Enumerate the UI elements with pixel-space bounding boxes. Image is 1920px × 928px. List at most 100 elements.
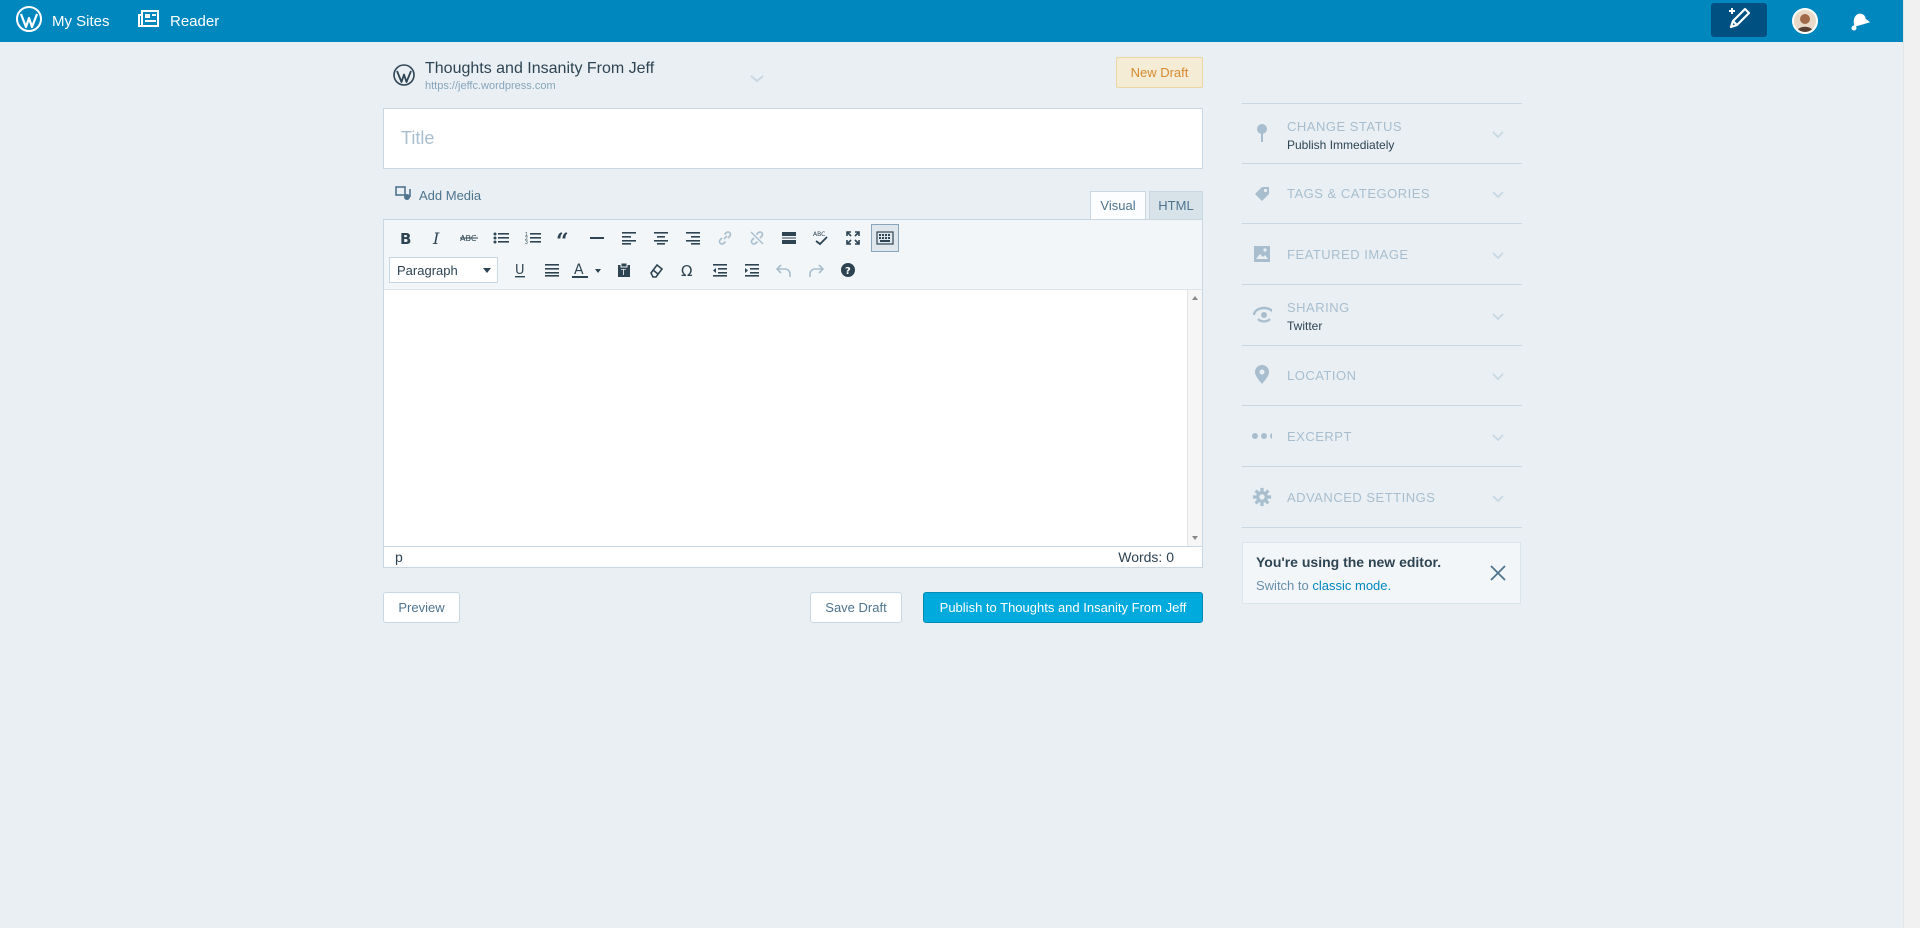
outdent-icon[interactable]	[704, 256, 736, 284]
accordion-title: ADVANCED SETTINGS	[1287, 490, 1436, 505]
special-character-icon[interactable]: Ω	[672, 256, 704, 284]
svg-text:T: T	[620, 268, 626, 277]
post-settings-sidebar: CHANGE STATUS Publish Immediately TAGS &…	[1242, 103, 1522, 528]
paste-text-icon[interactable]: T	[608, 256, 640, 284]
spellcheck-icon[interactable]: ABC	[805, 224, 837, 252]
element-path[interactable]: p	[395, 549, 403, 565]
svg-text:ABC: ABC	[813, 231, 825, 238]
publish-button[interactable]: Publish to Thoughts and Insanity From Je…	[923, 592, 1203, 623]
image-icon	[1252, 244, 1272, 264]
italic-icon[interactable]: I	[421, 224, 453, 252]
new-editor-notice: You're using the new editor. Switch to c…	[1242, 542, 1521, 604]
preview-button[interactable]: Preview	[383, 592, 460, 623]
bullet-list-icon[interactable]	[485, 224, 517, 252]
ellipsis-icon	[1252, 426, 1272, 446]
my-sites-button[interactable]: My Sites	[16, 0, 110, 42]
reader-label: Reader	[170, 12, 220, 30]
read-more-icon[interactable]	[773, 224, 805, 252]
toolbar-row-2: Paragraph U A T Ω ?	[389, 255, 864, 285]
accordion-change-status[interactable]: CHANGE STATUS Publish Immediately	[1242, 103, 1522, 164]
page-scrollbar[interactable]	[1903, 0, 1920, 928]
close-icon[interactable]	[1488, 563, 1508, 583]
notice-text-prefix: Switch to	[1256, 578, 1309, 593]
write-post-button[interactable]	[1711, 3, 1767, 37]
bold-icon[interactable]: B	[389, 224, 421, 252]
caret-down-icon	[483, 268, 491, 273]
reader-button[interactable]: Reader	[138, 0, 219, 42]
svg-text:U: U	[515, 263, 525, 278]
undo-icon[interactable]	[768, 256, 800, 284]
site-selector[interactable]: Thoughts and Insanity From Jeff https://…	[383, 56, 1203, 100]
align-left-icon[interactable]	[613, 224, 645, 252]
add-media-label: Add Media	[419, 188, 482, 203]
strikethrough-icon[interactable]: ABC	[453, 224, 485, 252]
text-color-icon[interactable]: A	[568, 256, 608, 284]
editor-statusbar: p Words: 0	[383, 546, 1203, 568]
accordion-tags-categories[interactable]: TAGS & CATEGORIES	[1242, 164, 1522, 224]
location-icon	[1252, 365, 1272, 385]
reader-icon	[138, 9, 160, 33]
svg-text:B: B	[400, 230, 411, 246]
word-count: Words: 0	[1118, 549, 1174, 565]
indent-icon[interactable]	[736, 256, 768, 284]
accordion-title: EXCERPT	[1287, 429, 1352, 444]
chevron-down-icon	[1490, 308, 1506, 324]
svg-text:I: I	[432, 230, 440, 246]
editor-scrollbar[interactable]	[1187, 290, 1202, 546]
tab-html[interactable]: HTML	[1149, 191, 1203, 219]
accordion-title: SHARING	[1287, 300, 1350, 315]
toolbar-row-1: B I ABC 123 “ ABC	[389, 223, 901, 253]
site-wordpress-icon	[393, 64, 415, 86]
help-icon[interactable]: ?	[832, 256, 864, 284]
scroll-up-icon[interactable]	[1192, 296, 1198, 300]
svg-text:A: A	[574, 262, 584, 278]
add-media-icon	[395, 186, 413, 205]
underline-icon[interactable]: U	[504, 256, 536, 284]
gear-icon	[1252, 487, 1272, 507]
numbered-list-icon[interactable]: 123	[517, 224, 549, 252]
classic-mode-link[interactable]: classic mode.	[1312, 578, 1391, 593]
accordion-location[interactable]: LOCATION	[1242, 346, 1522, 406]
editor-toolbar: B I ABC 123 “ ABC Paragraph U A T Ω ?	[383, 219, 1203, 290]
new-draft-badge: New Draft	[1116, 57, 1203, 88]
masterbar: My Sites Reader	[0, 0, 1903, 42]
user-avatar[interactable]	[1792, 8, 1818, 34]
chevron-down-icon	[1490, 186, 1506, 202]
save-draft-button[interactable]: Save Draft	[810, 592, 902, 623]
insert-link-icon[interactable]	[709, 224, 741, 252]
tab-visual[interactable]: Visual	[1090, 191, 1146, 219]
blockquote-icon[interactable]: “	[549, 224, 581, 252]
horizontal-line-icon[interactable]	[581, 224, 613, 252]
accordion-sharing[interactable]: SHARING Twitter	[1242, 285, 1522, 346]
svg-text:3: 3	[525, 240, 528, 245]
add-media-button[interactable]: Add Media	[395, 186, 481, 205]
unlink-icon[interactable]	[741, 224, 773, 252]
accordion-excerpt[interactable]: EXCERPT	[1242, 406, 1522, 467]
chevron-down-icon	[1490, 126, 1506, 142]
accordion-subtitle: Twitter	[1287, 319, 1323, 333]
redo-icon[interactable]	[800, 256, 832, 284]
accordion-subtitle: Publish Immediately	[1287, 138, 1395, 152]
scroll-down-icon[interactable]	[1192, 536, 1198, 540]
justify-icon[interactable]	[536, 256, 568, 284]
toolbar-toggle-icon[interactable]	[871, 224, 899, 252]
chevron-down-icon	[1490, 368, 1506, 384]
accordion-featured-image[interactable]: FEATURED IMAGE	[1242, 224, 1522, 285]
format-select[interactable]: Paragraph	[389, 257, 498, 283]
tag-icon	[1252, 184, 1272, 204]
chevron-down-icon[interactable]	[747, 68, 767, 88]
align-center-icon[interactable]	[645, 224, 677, 252]
title-input[interactable]	[383, 108, 1203, 169]
wordpress-logo-icon	[16, 6, 42, 36]
notifications-bell-icon[interactable]	[1846, 9, 1872, 33]
chevron-down-icon	[1490, 490, 1506, 506]
accordion-advanced-settings[interactable]: ADVANCED SETTINGS	[1242, 467, 1522, 528]
clear-formatting-icon[interactable]	[640, 256, 672, 284]
editor-content-area[interactable]	[383, 290, 1203, 546]
site-title: Thoughts and Insanity From Jeff	[425, 60, 655, 77]
align-right-icon[interactable]	[677, 224, 709, 252]
chevron-down-icon	[1490, 247, 1506, 263]
fullscreen-icon[interactable]	[837, 224, 869, 252]
editor-page: My Sites Reader Thoughts and Insanity Fr…	[0, 0, 1920, 928]
svg-text:?: ?	[845, 266, 851, 277]
